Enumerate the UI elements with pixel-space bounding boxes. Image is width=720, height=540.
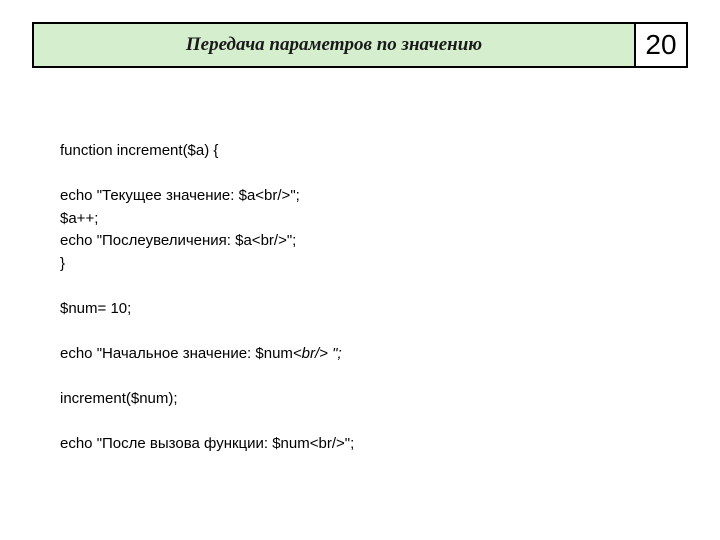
code-line: $a++; [60,210,98,227]
code-line: } [60,255,65,272]
slide-number: 20 [634,24,686,66]
code-line: function increment($a) { [60,142,218,159]
code-line: echo "Послеувеличения: $a<br/>"; [60,232,296,249]
code-line: echo "Текущее значение: $a<br/>"; [60,187,300,204]
code-line-italic: "; [332,345,342,362]
code-line: increment($num); [60,390,178,407]
slide-header: Передача параметров по значению 20 [32,22,688,68]
code-line: echo "Начальное значение: $num [60,345,293,362]
code-line-italic: <br/> [293,345,332,362]
slide-title: Передача параметров по значению [34,24,634,66]
code-line: $num= 10; [60,300,131,317]
code-listing: function increment($a) { echo "Текущее з… [60,140,354,455]
code-line: echo "После вызова функции: $num<br/>"; [60,435,354,452]
